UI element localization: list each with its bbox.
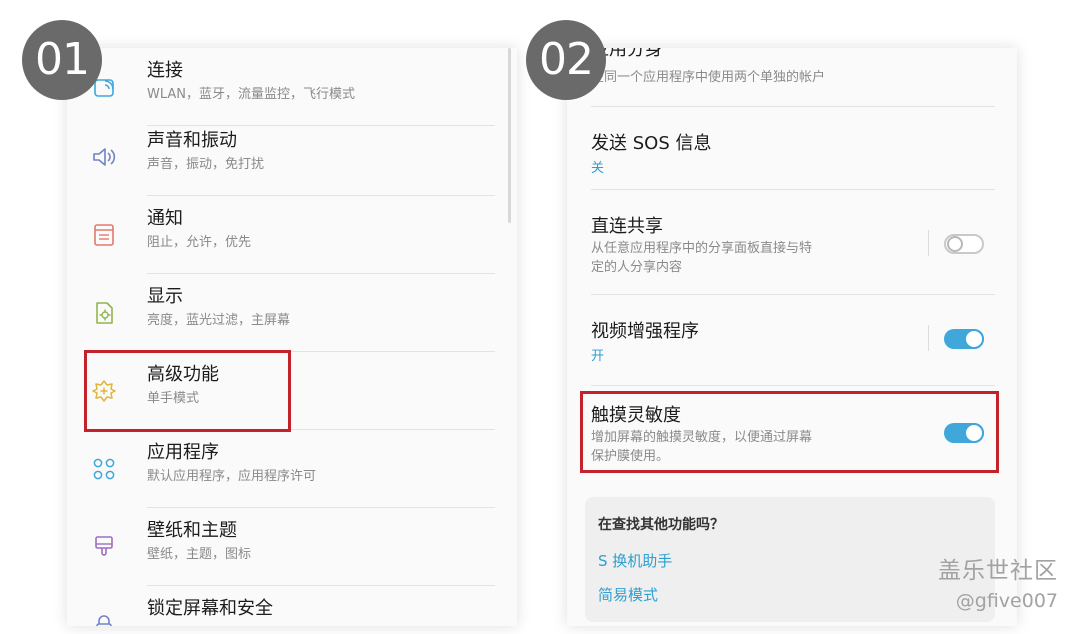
settings-list-panel: 连接 WLAN，蓝牙，流量监控，飞行模式 声音和振动 声音，振动，免打扰 通知 … [67, 48, 517, 626]
settings-item-title: 锁定屏幕和安全 [147, 598, 273, 619]
dual-account-item[interactable]: 应用分身 在同一个应用程序中使用两个单独的帐户 [567, 48, 1017, 108]
settings-item-sound[interactable]: 声音和振动 声音，振动，免打扰 [67, 118, 517, 196]
suggestions-card: 在查找其他功能吗？ S 换机助手 简易模式 [585, 497, 995, 622]
settings-item-title: 壁纸和主题 [147, 520, 237, 541]
settings-item-title: 通知 [147, 208, 183, 229]
highlight-touch-sensitivity [580, 391, 999, 473]
notification-icon [91, 222, 117, 248]
send-sos-item[interactable]: 发送 SOS 信息 关 [567, 107, 1017, 190]
video-enhancer-item[interactable]: 视频增强程序 开 [567, 295, 1017, 386]
settings-item-display[interactable]: 显示 亮度，蓝光过滤，主屏幕 [67, 274, 517, 352]
direct-share-description: 定的人分享内容 [591, 260, 683, 275]
toggle-knob [964, 329, 984, 349]
brush-icon [91, 534, 117, 560]
advanced-features-panel: 应用分身 在同一个应用程序中使用两个单独的帐户 发送 SOS 信息 关 直连共享… [567, 48, 1017, 626]
highlight-advanced-features [84, 350, 291, 432]
settings-item-wallpapers-themes[interactable]: 壁纸和主题 壁纸，主题，图标 [67, 508, 517, 586]
video-enhancer-toggle[interactable] [944, 329, 984, 349]
settings-item-lock-screen[interactable]: 锁定屏幕和安全 [67, 586, 517, 626]
display-icon [91, 300, 117, 326]
direct-share-description: 从任意应用程序中的分享面板直接与特 [591, 241, 813, 256]
toggle-knob [947, 236, 963, 252]
step-badge-2: 02 [526, 20, 606, 100]
settings-item-apps[interactable]: 应用程序 默认应用程序，应用程序许可 [67, 430, 517, 508]
settings-item-subtitle: 壁纸，主题，图标 [147, 547, 252, 562]
video-enhancer-title: 视频增强程序 [591, 321, 699, 342]
separator [928, 230, 929, 256]
watermark-community: 盖乐世社区 [938, 558, 1058, 584]
easy-mode-link[interactable]: 简易模式 [598, 584, 658, 605]
settings-item-notifications[interactable]: 通知 阻止，允许，优先 [67, 196, 517, 274]
settings-item-title: 声音和振动 [147, 130, 237, 151]
suggestions-question: 在查找其他功能吗？ [598, 517, 724, 533]
separator [928, 325, 929, 351]
apps-icon [91, 456, 117, 482]
send-sos-title: 发送 SOS 信息 [591, 133, 712, 154]
settings-item-title: 连接 [147, 60, 183, 81]
smart-switch-link[interactable]: S 换机助手 [598, 550, 672, 571]
step-badge-1: 01 [22, 20, 102, 100]
divider [591, 385, 995, 386]
speaker-icon [91, 144, 117, 170]
direct-share-item[interactable]: 直连共享 从任意应用程序中的分享面板直接与特 定的人分享内容 [567, 190, 1017, 295]
watermark-handle: @gfive007 [955, 590, 1058, 612]
settings-item-title: 应用程序 [147, 442, 219, 463]
send-sos-status: 关 [591, 161, 605, 176]
settings-item-subtitle: 阻止，允许，优先 [147, 235, 252, 250]
direct-share-title: 直连共享 [591, 216, 663, 237]
settings-item-subtitle: 声音，振动，免打扰 [147, 157, 265, 172]
settings-item-subtitle: 默认应用程序，应用程序许可 [147, 469, 317, 484]
settings-item-subtitle: 亮度，蓝光过滤，主屏幕 [147, 313, 291, 328]
lock-icon [91, 612, 117, 626]
direct-share-toggle[interactable] [944, 234, 984, 254]
video-enhancer-status: 开 [591, 349, 605, 364]
dual-account-subtitle: 在同一个应用程序中使用两个单独的帐户 [591, 70, 826, 85]
settings-item-subtitle: WLAN，蓝牙，流量监控，飞行模式 [147, 87, 356, 102]
settings-item-title: 显示 [147, 286, 183, 307]
settings-item-connections[interactable]: 连接 WLAN，蓝牙，流量监控，飞行模式 [67, 48, 517, 126]
